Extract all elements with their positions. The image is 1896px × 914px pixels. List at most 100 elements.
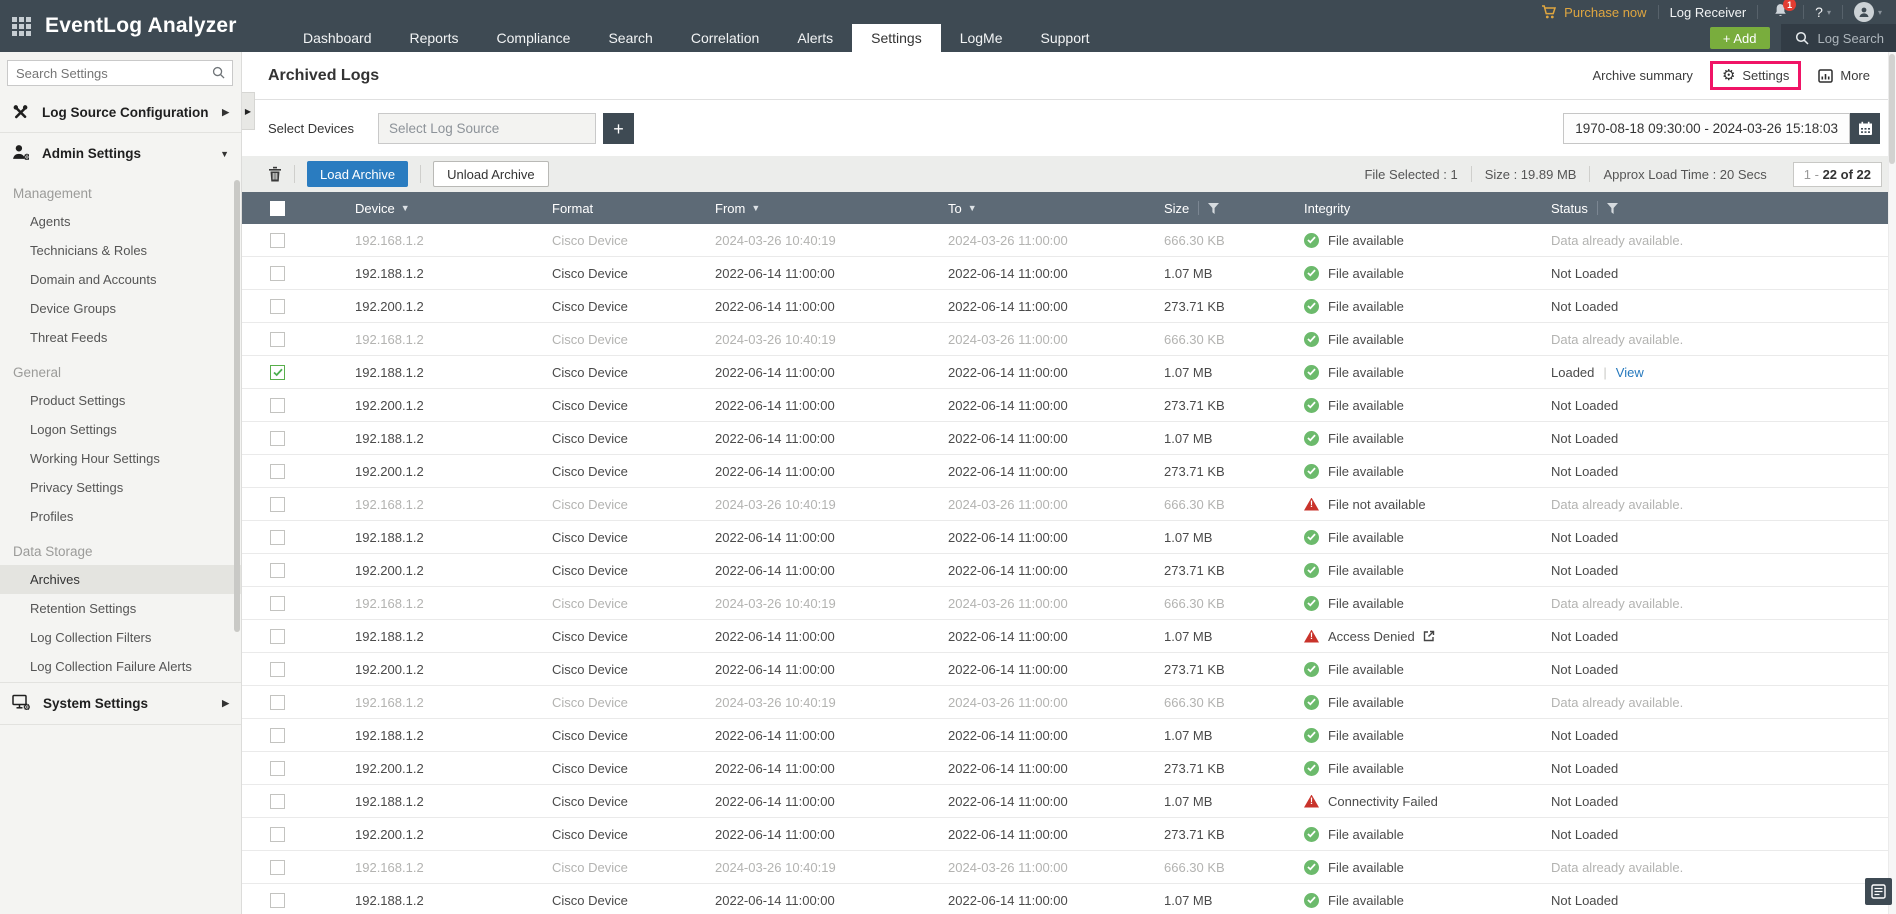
row-checkbox[interactable] (270, 364, 285, 380)
avatar (1853, 2, 1874, 22)
notifications-button[interactable]: 1 (1773, 0, 1797, 21)
view-link[interactable]: View (1616, 365, 1644, 380)
sidebar-item-profiles[interactable]: Profiles (0, 502, 241, 531)
row-checkbox[interactable] (270, 529, 285, 545)
sidebar-item-device-groups[interactable]: Device Groups (0, 294, 241, 323)
nav-tab-search[interactable]: Search (589, 24, 671, 52)
sidebar-item-retention-settings[interactable]: Retention Settings (0, 594, 241, 623)
row-checkbox[interactable] (270, 760, 285, 776)
scrollbar-thumb[interactable] (1889, 54, 1895, 164)
column-header-format[interactable]: Format (552, 201, 715, 216)
row-checkbox[interactable] (270, 265, 285, 281)
chevron-right-icon: ▶ (222, 107, 229, 117)
nav-tab-logme[interactable]: LogMe (941, 24, 1022, 52)
external-link-icon[interactable] (1423, 630, 1435, 642)
log-search-button[interactable]: Log Search (1780, 24, 1896, 52)
row-checkbox[interactable] (270, 892, 285, 908)
sidebar-scrollbar[interactable] (234, 180, 240, 632)
search-settings-input[interactable] (7, 60, 233, 86)
column-header-size[interactable]: Size (1164, 201, 1304, 216)
purchase-now-link[interactable]: Purchase now (1541, 5, 1647, 20)
archive-settings-button[interactable]: ⚙ Settings (1709, 61, 1802, 90)
integrity-text: File available (1328, 760, 1404, 776)
nav-tab-alerts[interactable]: Alerts (778, 24, 852, 52)
cell-format: Cisco Device (552, 595, 628, 611)
sidebar-item-log-collection-filters[interactable]: Log Collection Filters (0, 623, 241, 652)
sidebar-item-domain-and-accounts[interactable]: Domain and Accounts (0, 265, 241, 294)
cell-integrity: ! File available (1304, 232, 1551, 248)
nav-tab-dashboard[interactable]: Dashboard (284, 24, 391, 52)
nav-tab-reports[interactable]: Reports (391, 24, 478, 52)
cell-device: 192.168.1.2 (355, 859, 424, 875)
row-checkbox[interactable] (270, 727, 285, 743)
nav-tab-compliance[interactable]: Compliance (478, 24, 590, 52)
cell-format: Cisco Device (552, 694, 628, 710)
pagination[interactable]: 1 - 22 of 22 (1792, 161, 1882, 187)
row-checkbox[interactable] (270, 232, 285, 248)
row-checkbox[interactable] (270, 859, 285, 875)
row-checkbox[interactable] (270, 661, 285, 677)
sidebar-item-system-settings[interactable]: ⚙ System Settings ▶ (0, 684, 241, 723)
delete-button[interactable] (268, 166, 282, 182)
help-menu[interactable]: ? ▾ (1815, 4, 1831, 20)
sidebar-item-log-source-configuration[interactable]: Log Source Configuration ▶ (0, 94, 241, 131)
sidebar-item-working-hour-settings[interactable]: Working Hour Settings (0, 444, 241, 473)
nav-tab-correlation[interactable]: Correlation (672, 24, 778, 52)
row-checkbox[interactable] (270, 793, 285, 809)
load-archive-button[interactable]: Load Archive (307, 161, 409, 187)
row-checkbox[interactable] (270, 595, 285, 611)
sidebar-item-log-collection-failure-alerts[interactable]: Log Collection Failure Alerts (0, 652, 241, 681)
nav-tab-support[interactable]: Support (1022, 24, 1109, 52)
integrity-ok-icon (1304, 694, 1319, 710)
row-checkbox[interactable] (270, 331, 285, 347)
select-log-source-input[interactable] (377, 113, 596, 144)
cell-format: Cisco Device (552, 628, 628, 644)
column-header-to[interactable]: To ▼ (948, 201, 1164, 216)
sidebar-item-threat-feeds[interactable]: Threat Feeds (0, 323, 241, 352)
sidebar-collapse-handle[interactable]: ▶ (242, 92, 255, 130)
unload-archive-button[interactable]: Unload Archive (433, 161, 549, 187)
date-range-value[interactable]: 1970-08-18 09:30:00 - 2024-03-26 15:18:0… (1563, 113, 1850, 144)
sidebar-item-agents[interactable]: Agents (0, 207, 241, 236)
cell-format: Cisco Device (552, 364, 628, 380)
archive-summary-link[interactable]: Archive summary (1593, 68, 1693, 83)
sidebar-item-logon-settings[interactable]: Logon Settings (0, 415, 241, 444)
cell-from: 2024-03-26 10:40:19 (715, 232, 836, 248)
row-checkbox[interactable] (270, 826, 285, 842)
sidebar-item-archives[interactable]: Archives (0, 565, 241, 594)
column-header-from[interactable]: From ▼ (715, 201, 948, 216)
cell-from: 2022-06-14 11:00:00 (715, 892, 835, 908)
row-checkbox[interactable] (270, 298, 285, 314)
nav-tab-settings[interactable]: Settings (852, 24, 941, 52)
select-all-checkbox[interactable] (270, 200, 285, 216)
log-receiver-link[interactable]: Log Receiver (1670, 5, 1747, 20)
filter-funnel-icon[interactable] (1606, 202, 1618, 214)
add-device-button[interactable]: + (602, 113, 634, 144)
row-checkbox[interactable] (270, 397, 285, 413)
filter-funnel-icon[interactable] (1208, 202, 1220, 214)
row-checkbox[interactable] (270, 562, 285, 578)
cell-integrity: ! File available (1304, 859, 1551, 875)
cell-integrity: ! File not available (1304, 497, 1551, 512)
row-checkbox[interactable] (270, 496, 285, 512)
page-scrollbar[interactable] (1888, 52, 1896, 914)
column-header-status[interactable]: Status (1551, 201, 1896, 216)
support-panel-button[interactable] (1865, 878, 1892, 905)
more-button[interactable]: More (1818, 68, 1870, 83)
table-row: 192.200.1.2 Cisco Device 2022-06-14 11:0… (242, 389, 1896, 422)
row-checkbox[interactable] (270, 430, 285, 446)
calendar-button[interactable] (1850, 113, 1880, 144)
row-checkbox[interactable] (270, 463, 285, 479)
column-header-integrity[interactable]: Integrity (1304, 201, 1551, 216)
sidebar-item-admin-settings[interactable]: ⚙ Admin Settings ▼ (0, 134, 241, 173)
column-header-device[interactable]: Device ▼ (355, 201, 552, 216)
row-checkbox[interactable] (270, 694, 285, 710)
add-button[interactable]: + Add (1709, 27, 1770, 49)
app-grid-icon[interactable] (10, 15, 32, 37)
sidebar-item-product-settings[interactable]: Product Settings (0, 386, 241, 415)
row-checkbox[interactable] (270, 628, 285, 644)
search-icon[interactable] (212, 66, 225, 82)
sidebar-item-privacy-settings[interactable]: Privacy Settings (0, 473, 241, 502)
user-menu[interactable]: ▾ (1853, 2, 1882, 22)
sidebar-item-technicians-roles[interactable]: Technicians & Roles (0, 236, 241, 265)
